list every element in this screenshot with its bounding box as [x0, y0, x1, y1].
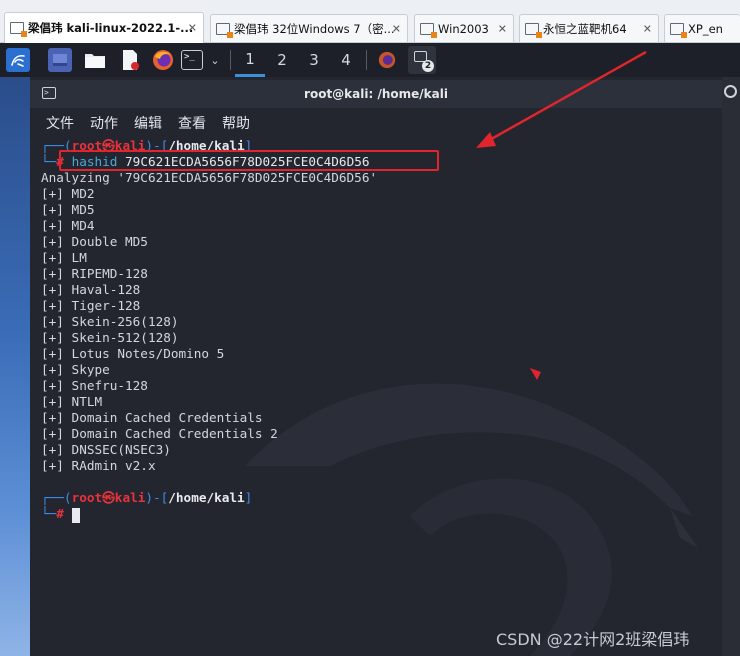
tab-label: 梁倡玮 32位Windows 7（密...	[234, 21, 395, 36]
panel-separator	[366, 50, 367, 70]
tab-xp-en[interactable]: XP_en	[664, 14, 740, 42]
tab-label: XP_en	[688, 21, 723, 36]
close-icon[interactable]: ✕	[392, 22, 401, 35]
annotation-highlight-box	[59, 150, 439, 171]
show-desktop-icon[interactable]	[48, 48, 72, 72]
workspace-4[interactable]: 4	[331, 43, 361, 77]
tab-label: 永恒之蓝靶机64	[543, 21, 627, 36]
output-line: [+] MD4	[41, 218, 95, 233]
tab-kali-linux[interactable]: 梁倡玮 kali-linux-2022.1-... ✕	[4, 12, 204, 43]
prompt-close: ]	[244, 490, 253, 505]
output-line: [+] Skein-256(128)	[41, 314, 179, 329]
workspace-3[interactable]: 3	[299, 43, 329, 77]
vm-icon	[670, 22, 687, 38]
prompt-mid: )-[	[145, 490, 169, 505]
output-line: [+] Domain Cached Credentials	[41, 410, 263, 425]
prompt-open: ┌──(	[41, 490, 72, 505]
vm-icon	[420, 22, 437, 38]
kali-top-panel: >_ ⌄ 1 2 3 4 2	[0, 43, 740, 77]
terminal-count-badge: 2	[422, 60, 434, 72]
window-control-icon[interactable]	[724, 85, 737, 98]
terminal-window-icon[interactable]: 2	[408, 46, 436, 74]
output-line: [+] Tiger-128	[41, 298, 141, 313]
menu-action[interactable]: 动作	[90, 113, 118, 133]
output-line: Analyzing '79C621ECDA5656F78D025FCE0C4D6…	[41, 170, 378, 185]
menu-view[interactable]: 查看	[178, 113, 206, 133]
tab-label: 梁倡玮 kali-linux-2022.1-...	[28, 21, 194, 35]
output-line: [+] Snefru-128	[41, 378, 148, 393]
prompt-branch: └─	[41, 154, 57, 169]
output-line: [+] Skein-512(128)	[41, 330, 179, 345]
kali-dragon-watermark	[245, 383, 698, 656]
vm-icon	[525, 22, 542, 38]
output-line: [+] RIPEMD-128	[41, 266, 148, 281]
output-line: [+] DNSSEC(NSEC3)	[41, 442, 171, 457]
output-line: [+] RAdmin v2.x	[41, 458, 156, 473]
vm-tab-bar: 梁倡玮 kali-linux-2022.1-... ✕ 梁倡玮 32位Windo…	[0, 0, 740, 43]
desktop-right-strip	[722, 77, 740, 656]
desktop-background	[0, 77, 30, 656]
firefox-icon[interactable]	[151, 48, 175, 72]
prompt-branch: └─	[41, 506, 57, 521]
terminal-menubar: 文件 动作 编辑 查看 帮助	[30, 108, 722, 136]
terminal-output[interactable]: ┌──(root㉿kali)-[/home/kali] └─# hashid 7…	[30, 136, 722, 656]
menu-help[interactable]: 帮助	[222, 113, 250, 133]
output-line: [+] Skype	[41, 362, 110, 377]
prompt-hash: #	[56, 506, 64, 521]
prompt-line-2: ┌──(root㉿kali)-[/home/kali]	[41, 490, 252, 506]
kali-menu-icon[interactable]	[6, 48, 30, 72]
tab-eternalblue-target[interactable]: 永恒之蓝靶机64 ✕	[519, 14, 659, 42]
output-line: [+] MD5	[41, 202, 95, 217]
prompt-path: /home/kali	[168, 490, 245, 505]
firefox-window-icon[interactable]	[375, 48, 399, 72]
workspace-2[interactable]: 2	[267, 43, 297, 77]
file-manager-icon[interactable]	[83, 48, 107, 72]
input-line: └─#	[41, 506, 64, 522]
close-icon[interactable]: ✕	[188, 22, 197, 35]
output-line: [+] NTLM	[41, 394, 103, 409]
text-editor-icon[interactable]	[118, 48, 142, 72]
vm-icon	[10, 22, 27, 37]
prompt-user: root㉿kali	[71, 490, 146, 505]
vm-icon	[216, 22, 233, 38]
tab-windows-7[interactable]: 梁倡玮 32位Windows 7（密... ✕	[210, 14, 408, 42]
menu-edit[interactable]: 编辑	[134, 113, 162, 133]
output-line: [+] Lotus Notes/Domino 5	[41, 346, 225, 361]
workspace-1[interactable]: 1	[235, 43, 265, 77]
menu-file[interactable]: 文件	[46, 113, 74, 133]
output-line: [+] MD2	[41, 186, 95, 201]
tab-label: Win2003	[438, 21, 489, 36]
close-icon[interactable]: ✕	[643, 22, 652, 35]
close-icon[interactable]: ✕	[498, 22, 507, 35]
terminal-icon[interactable]: >_	[181, 50, 203, 70]
terminal-titlebar[interactable]: > root@kali: /home/kali	[30, 80, 722, 108]
tab-win2003[interactable]: Win2003 ✕	[414, 14, 514, 42]
output-line: [+] LM	[41, 250, 87, 265]
terminal-title: root@kali: /home/kali	[304, 87, 448, 101]
output-line: [+] Domain Cached Credentials 2	[41, 426, 278, 441]
csdn-watermark: CSDN @22计网2班梁倡玮	[496, 630, 690, 649]
output-line: [+] Haval-128	[41, 282, 141, 297]
text-cursor	[72, 508, 80, 523]
output-line: [+] Double MD5	[41, 234, 148, 249]
chevron-down-icon[interactable]: ⌄	[207, 48, 223, 72]
panel-separator	[230, 50, 231, 70]
